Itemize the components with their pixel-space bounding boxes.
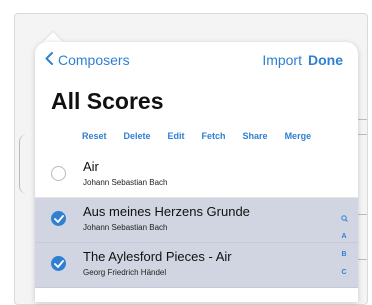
score-composer: Johann Sebastian Bach <box>83 178 168 187</box>
selection-circle[interactable] <box>51 211 66 226</box>
index-letter[interactable]: A <box>339 228 349 246</box>
score-composer: Georg Friedrich Händel <box>83 268 167 277</box>
staff-bracket <box>19 134 30 194</box>
scores-list: Air Johann Sebastian Bach Aus meines Her… <box>35 153 358 288</box>
search-icon[interactable] <box>339 210 349 228</box>
score-title: The Aylesford Pieces - Air <box>83 249 232 264</box>
edit-button[interactable]: Edit <box>168 131 185 141</box>
done-button[interactable]: Done <box>308 52 343 68</box>
chevron-left-icon <box>45 52 58 68</box>
index-letter[interactable]: B <box>339 246 349 264</box>
selection-circle[interactable] <box>51 166 66 181</box>
merge-button[interactable]: Merge <box>285 131 312 141</box>
delete-button[interactable]: Delete <box>124 131 151 141</box>
score-title: Aus meines Herzens Grunde <box>83 204 250 219</box>
back-button-label: Composers <box>58 52 130 68</box>
score-title: Air <box>83 159 99 174</box>
action-toolbar: Reset Delete Edit Fetch Share Merge <box>82 131 328 141</box>
section-index: A B C <box>339 210 349 282</box>
fetch-button[interactable]: Fetch <box>202 131 226 141</box>
page-title: All Scores <box>51 88 164 114</box>
list-item[interactable]: Air Johann Sebastian Bach <box>35 153 358 198</box>
share-button[interactable]: Share <box>243 131 268 141</box>
import-button[interactable]: Import <box>262 52 302 68</box>
navigation-bar: Composers Import Done <box>35 52 358 74</box>
index-letter[interactable]: C <box>339 264 349 282</box>
reset-button[interactable]: Reset <box>82 131 107 141</box>
score-composer: Johann Sebastian Bach <box>83 223 168 232</box>
list-item[interactable]: The Aylesford Pieces - Air Georg Friedri… <box>35 243 358 288</box>
list-item[interactable]: Aus meines Herzens Grunde Johann Sebasti… <box>35 198 358 243</box>
back-button[interactable]: Composers <box>45 52 130 68</box>
scores-popover: Composers Import Done All Scores Reset D… <box>35 42 358 302</box>
selection-circle[interactable] <box>51 256 66 271</box>
